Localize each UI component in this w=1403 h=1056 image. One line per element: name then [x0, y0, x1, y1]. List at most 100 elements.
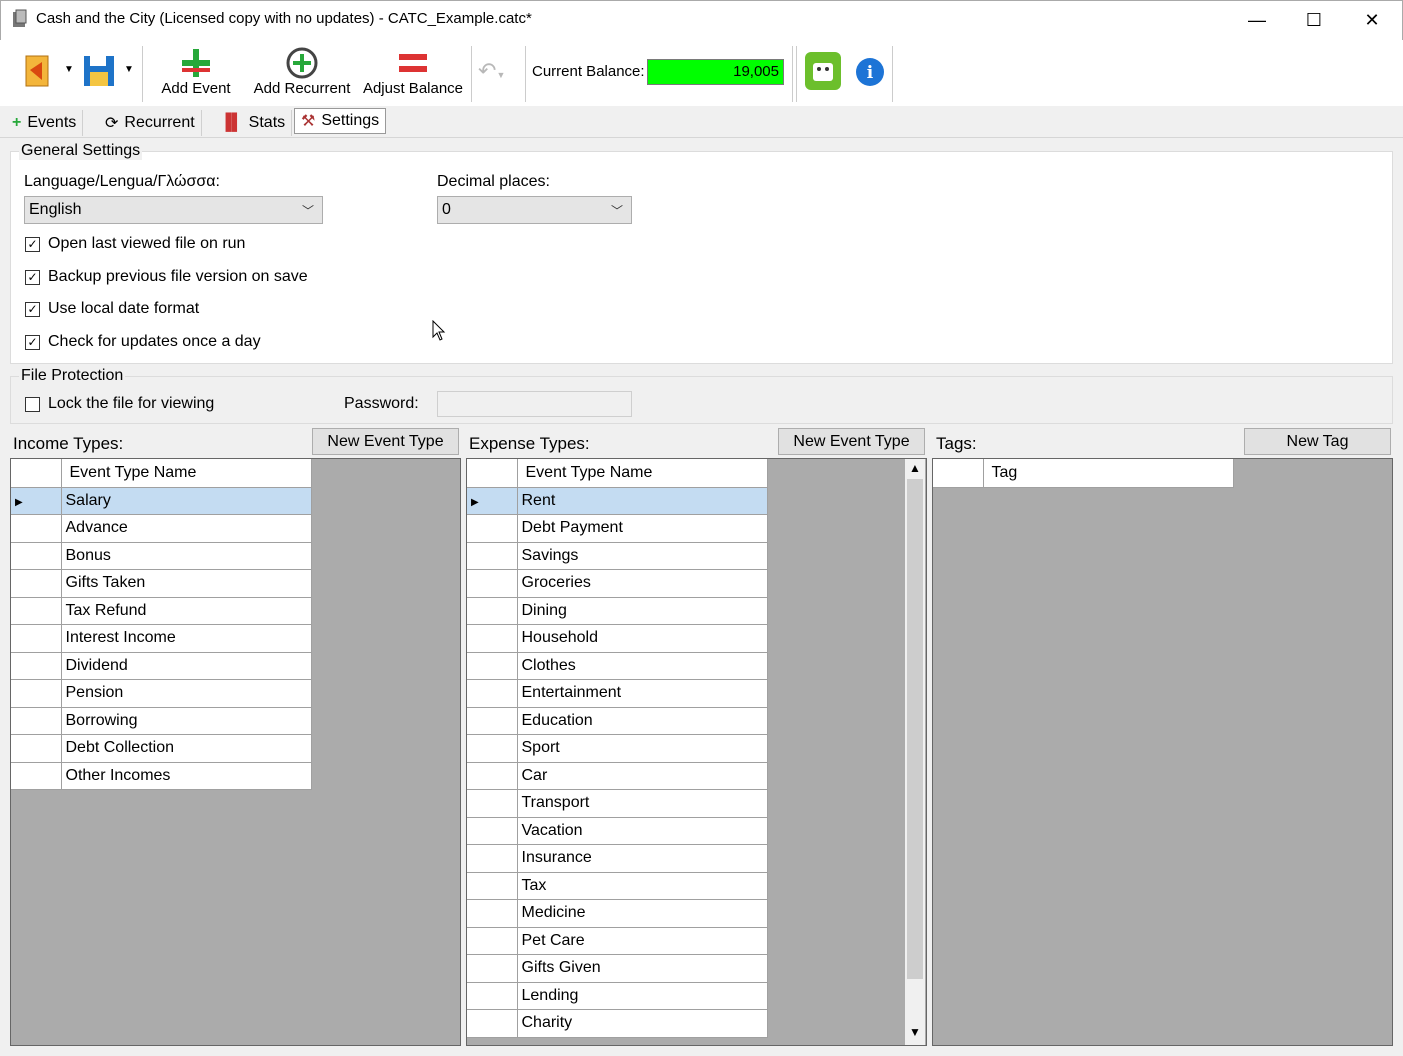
event-type-cell[interactable]: Advance	[61, 514, 312, 543]
table-row[interactable]: Bonus	[11, 542, 312, 570]
table-row[interactable]: Clothes	[467, 652, 768, 680]
column-header[interactable]: Tag	[983, 459, 1234, 488]
row-header[interactable]	[11, 734, 62, 763]
event-type-cell[interactable]: Dining	[517, 597, 768, 625]
table-row[interactable]: Pension	[11, 679, 312, 708]
save-file-button[interactable]	[82, 54, 118, 90]
password-input[interactable]	[437, 391, 632, 417]
row-header[interactable]	[467, 927, 518, 955]
table-row[interactable]: ▶ Salary	[11, 487, 312, 515]
info-button[interactable]: i	[855, 57, 885, 87]
close-button[interactable]: ✕	[1343, 0, 1401, 40]
event-type-cell[interactable]: Gifts Given	[517, 954, 768, 983]
backup-file-checkbox[interactable]: ✓ Backup previous file version on save	[25, 268, 308, 286]
row-header[interactable]	[467, 542, 518, 570]
row-header[interactable]	[11, 679, 62, 708]
row-header[interactable]	[11, 542, 62, 570]
row-header[interactable]	[467, 569, 518, 598]
row-header[interactable]	[467, 624, 518, 653]
row-header[interactable]	[11, 707, 62, 735]
column-header[interactable]: Event Type Name	[61, 459, 312, 488]
event-type-cell[interactable]: Interest Income	[61, 624, 312, 653]
row-header[interactable]	[467, 707, 518, 735]
row-header[interactable]	[11, 762, 62, 790]
event-type-cell[interactable]: Pet Care	[517, 927, 768, 955]
table-row[interactable]: Insurance	[467, 844, 768, 873]
tab-events[interactable]: + Events	[6, 110, 84, 136]
table-row[interactable]: Dining	[467, 597, 768, 625]
row-header[interactable]: ▶	[11, 487, 62, 515]
local-date-format-checkbox[interactable]: ✓ Use local date format	[25, 300, 199, 318]
table-row[interactable]: Gifts Given	[467, 954, 768, 983]
event-type-cell[interactable]: Medicine	[517, 899, 768, 928]
row-header[interactable]	[11, 597, 62, 625]
table-row[interactable]: Dividend	[11, 652, 312, 680]
event-type-cell[interactable]: Debt Payment	[517, 514, 768, 543]
row-header[interactable]	[467, 872, 518, 900]
row-header[interactable]	[11, 569, 62, 598]
table-row[interactable]: Entertainment	[467, 679, 768, 708]
event-type-cell[interactable]: Salary	[61, 487, 312, 515]
scroll-up-arrow[interactable]: ▲	[909, 461, 921, 475]
event-type-cell[interactable]: Tax	[517, 872, 768, 900]
event-type-cell[interactable]: Household	[517, 624, 768, 653]
scroll-thumb[interactable]	[907, 479, 923, 979]
check-updates-checkbox[interactable]: ✓ Check for updates once a day	[25, 333, 261, 351]
row-header[interactable]	[11, 624, 62, 653]
table-row[interactable]: Interest Income	[11, 624, 312, 653]
event-type-cell[interactable]: Other Incomes	[61, 762, 312, 790]
event-type-cell[interactable]: Education	[517, 707, 768, 735]
event-type-cell[interactable]: Groceries	[517, 569, 768, 598]
maximize-button[interactable]: ☐	[1285, 0, 1343, 40]
row-header[interactable]	[467, 1009, 518, 1038]
event-type-cell[interactable]: Rent	[517, 487, 768, 515]
lock-file-checkbox[interactable]: Lock the file for viewing	[25, 395, 214, 413]
table-row[interactable]: Advance	[11, 514, 312, 543]
table-row[interactable]: Sport	[467, 734, 768, 763]
table-row[interactable]: Savings	[467, 542, 768, 570]
save-dropdown-arrow[interactable]: ▼	[124, 64, 134, 75]
event-type-cell[interactable]: Insurance	[517, 844, 768, 873]
event-type-cell[interactable]: Dividend	[61, 652, 312, 680]
add-recurrent-button[interactable]: Add Recurrent	[252, 46, 352, 97]
minimize-button[interactable]: —	[1228, 0, 1286, 40]
row-header[interactable]	[467, 954, 518, 983]
event-type-cell[interactable]: Debt Collection	[61, 734, 312, 763]
table-row[interactable]: Other Incomes	[11, 762, 312, 790]
checkbox-checked[interactable]: ✓	[25, 301, 40, 317]
row-header[interactable]	[467, 762, 518, 790]
tab-recurrent[interactable]: ⟳ Recurrent	[99, 110, 202, 136]
vertical-scrollbar[interactable]: ▲ ▼	[905, 459, 925, 1045]
checkbox-checked[interactable]: ✓	[25, 269, 40, 285]
row-header[interactable]	[467, 899, 518, 928]
table-row[interactable]: Education	[467, 707, 768, 735]
event-type-cell[interactable]: Bonus	[61, 542, 312, 570]
column-header[interactable]: Event Type Name	[517, 459, 768, 488]
tab-stats[interactable]: ▐▌ Stats	[214, 110, 293, 136]
table-row[interactable]: Debt Collection	[11, 734, 312, 763]
table-row[interactable]: Gifts Taken	[11, 569, 312, 598]
table-row[interactable]: Charity	[467, 1009, 768, 1038]
event-type-cell[interactable]: Car	[517, 762, 768, 790]
table-row[interactable]: Medicine	[467, 899, 768, 928]
event-type-cell[interactable]: Gifts Taken	[61, 569, 312, 598]
new-income-type-button[interactable]: New Event Type	[312, 428, 459, 455]
table-row[interactable]: Groceries	[467, 569, 768, 598]
event-type-cell[interactable]: Clothes	[517, 652, 768, 680]
event-type-cell[interactable]: Pension	[61, 679, 312, 708]
row-header[interactable]	[467, 679, 518, 708]
table-row[interactable]: Lending	[467, 982, 768, 1010]
row-header[interactable]: ▶	[467, 487, 518, 515]
event-type-cell[interactable]: Savings	[517, 542, 768, 570]
table-row[interactable]: Pet Care	[467, 927, 768, 955]
table-row[interactable]: ▶ Rent	[467, 487, 768, 515]
row-header[interactable]	[467, 817, 518, 845]
row-header[interactable]	[11, 514, 62, 543]
scroll-down-arrow[interactable]: ▼	[909, 1025, 921, 1039]
new-tag-button[interactable]: New Tag	[1244, 428, 1391, 455]
event-type-cell[interactable]: Vacation	[517, 817, 768, 845]
tab-settings[interactable]: ⚒ Settings	[294, 108, 387, 134]
row-header[interactable]	[11, 652, 62, 680]
event-type-cell[interactable]: Transport	[517, 789, 768, 818]
open-file-button[interactable]	[22, 52, 58, 92]
